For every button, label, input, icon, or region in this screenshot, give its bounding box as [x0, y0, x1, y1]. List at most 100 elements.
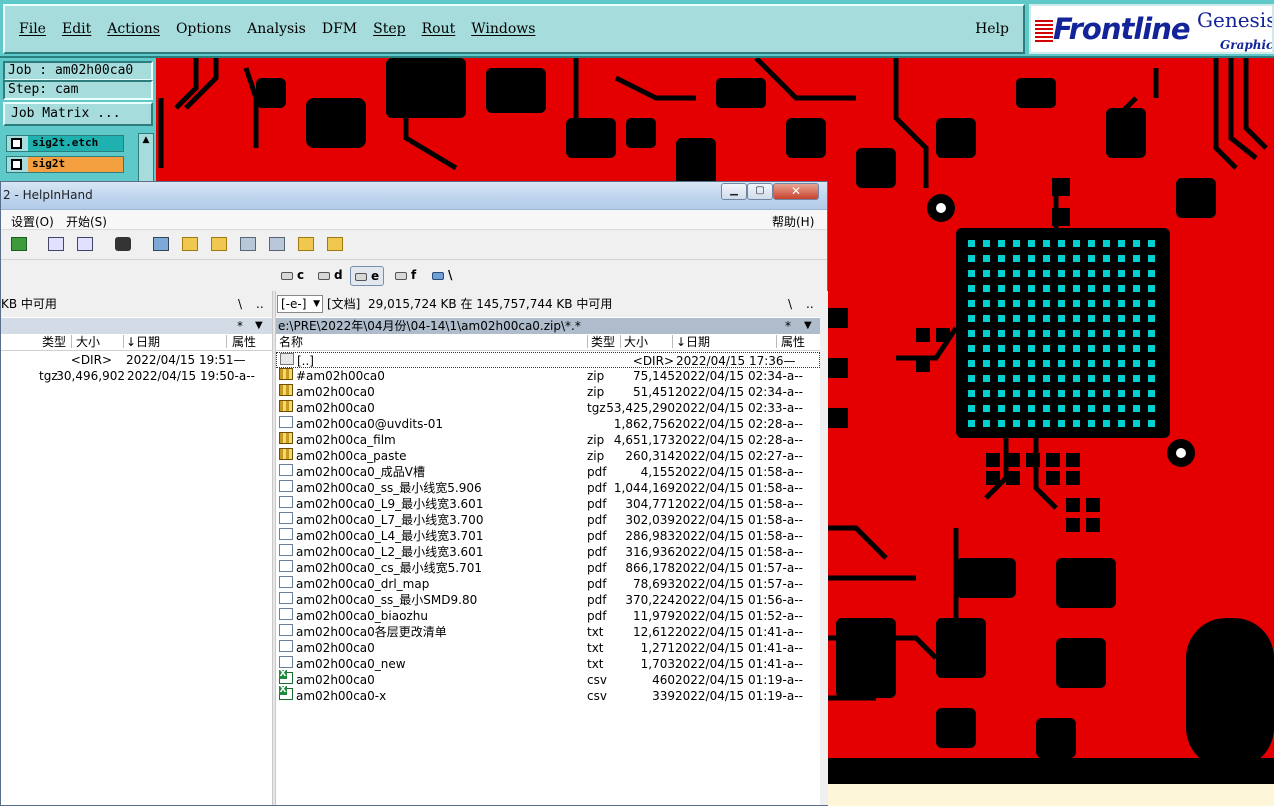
col-date[interactable]: ↓日期: [126, 335, 160, 350]
column-divider[interactable]: [620, 335, 621, 348]
menu-windows[interactable]: Windows: [471, 21, 535, 37]
maximize-icon[interactable]: ▢: [747, 183, 773, 200]
window-scrollbar[interactable]: [820, 291, 828, 805]
file-row[interactable]: #am02h00ca0 zip 75,145 2022/04/15 02:34-a--: [276, 368, 820, 384]
drive-select[interactable]: [-e-] ▼: [277, 295, 323, 313]
column-divider[interactable]: [71, 335, 72, 348]
drive-d-button[interactable]: d: [316, 266, 343, 286]
bga-pad: [1028, 285, 1035, 292]
column-divider[interactable]: [587, 335, 588, 348]
menu-file[interactable]: File: [19, 21, 46, 37]
drive-e-button[interactable]: e: [350, 266, 385, 286]
layer-row-sig2t-etch[interactable]: sig2t.etch: [6, 135, 124, 152]
layer-row-sig2t[interactable]: sig2t: [6, 156, 124, 173]
file-row[interactable]: am02h00ca0_L7_最小线宽3.700 pdf 302,039 2022/04…: [276, 512, 820, 528]
filter-dropdown-icon[interactable]: ▼: [255, 318, 263, 334]
network-root-button[interactable]: \: [430, 266, 452, 286]
left-path-bar[interactable]: * ▼: [1, 318, 272, 334]
left-root-button[interactable]: \: [238, 291, 242, 317]
menu-start[interactable]: 开始(S): [66, 213, 107, 230]
menu-actions[interactable]: Actions: [107, 21, 160, 37]
layer-checkbox[interactable]: [11, 159, 22, 170]
bga-pad: [1088, 360, 1095, 367]
right-path-bar[interactable]: e:\PRE\2022年\04月份\04-14\1\am02h00ca0.zip…: [276, 318, 820, 334]
file-row[interactable]: am02h00ca_film zip 4,651,173 2022/04/15 02:…: [276, 432, 820, 448]
step-field[interactable]: Step: cam: [3, 80, 153, 100]
menu-dfm[interactable]: DFM: [322, 21, 357, 37]
col-size[interactable]: 大小: [624, 335, 648, 350]
right-filter[interactable]: *: [785, 318, 791, 334]
col-attr[interactable]: 属性: [781, 335, 805, 350]
menu-step[interactable]: Step: [373, 21, 405, 37]
job-matrix-button[interactable]: Job Matrix ...: [3, 102, 153, 126]
column-divider[interactable]: [672, 335, 673, 348]
layer-checkbox[interactable]: [11, 138, 22, 149]
menu-analysis[interactable]: Analysis: [247, 21, 306, 37]
column-divider[interactable]: [226, 335, 227, 348]
file-name: am02h00ca_paste: [296, 449, 407, 463]
url-icon[interactable]: [77, 237, 93, 251]
file-row[interactable]: am02h00ca0 tgz 53,425,290 2022/04/15 02:33-…: [276, 400, 820, 416]
file-row[interactable]: am02h00ca0_L9_最小线宽3.601 pdf 304,771 2022/04…: [276, 496, 820, 512]
col-name[interactable]: 名称: [279, 335, 303, 350]
menu-help[interactable]: Help: [975, 21, 1009, 37]
file-row[interactable]: am02h00ca0_成品V槽 pdf 4,155 2022/04/15 01:58-…: [276, 464, 820, 480]
file-row[interactable]: am02h00ca0_L2_最小线宽3.601 pdf 316,936 2022/04…: [276, 544, 820, 560]
file-row[interactable]: am02h00ca0_cs_最小线宽5.701 pdf 866,178 2022/04…: [276, 560, 820, 576]
ftp-icon[interactable]: [48, 237, 64, 251]
column-divider[interactable]: [776, 335, 777, 348]
menu-settings[interactable]: 设置(O): [11, 213, 54, 230]
file-row[interactable]: am02h00ca0各层更改清单 txt 12,612 2022/04/15 01:4…: [276, 624, 820, 640]
col-type[interactable]: 类型: [42, 335, 66, 350]
file-row[interactable]: am02h00ca0_ss_最小SMD9.80 pdf 370,224 2022/04…: [276, 592, 820, 608]
file-name: am02h00ca0: [296, 673, 375, 687]
folder-icon[interactable]: [182, 237, 198, 251]
left-filter[interactable]: *: [237, 318, 243, 334]
bga-pad: [1043, 330, 1050, 337]
layer-scrollbar[interactable]: ▲: [138, 133, 154, 183]
file-row[interactable]: am02h00ca0_new txt 1,703 2022/04/15 01:41-a…: [276, 656, 820, 672]
list-item[interactable]: <DIR> 2022/04/15 19:51—: [1, 352, 272, 368]
menu-rout[interactable]: Rout: [422, 21, 456, 37]
col-date[interactable]: ↓日期: [676, 335, 710, 350]
file-row[interactable]: am02h00ca0_biaozhu pdf 11,979 2022/04/15 01…: [276, 608, 820, 624]
job-field[interactable]: Job : am02h00ca0: [3, 61, 153, 81]
left-up-button[interactable]: ..: [256, 291, 264, 317]
col-type[interactable]: 类型: [591, 335, 615, 350]
file-row[interactable]: am02h00ca0_ss_最小线宽5.906 pdf 1,044,169 2022/…: [276, 480, 820, 496]
file-row[interactable]: am02h00ca0 txt 1,271 2022/04/15 01:41-a--: [276, 640, 820, 656]
file-row[interactable]: am02h00ca0 csv 4602022/04/15 01:19-a--: [276, 670, 820, 688]
right-root-button[interactable]: \: [788, 291, 792, 317]
pack-icon[interactable]: [11, 237, 27, 251]
current-path[interactable]: e:\PRE\2022年\04月份\04-14\1\am02h00ca0.zip…: [278, 319, 581, 333]
window-titlebar[interactable]: 2 - HelpInHand ▁ ▢ ✕: [1, 182, 827, 210]
drive-f-button[interactable]: f: [393, 266, 416, 286]
menu-edit[interactable]: Edit: [62, 21, 91, 37]
document-icon[interactable]: [240, 237, 256, 251]
minimize-icon[interactable]: ▁: [721, 183, 747, 200]
folder-icon[interactable]: [327, 237, 343, 251]
column-divider[interactable]: [123, 335, 124, 348]
file-row[interactable]: am02h00ca_paste zip 260,314 2022/04/15 02:2…: [276, 448, 820, 464]
filter-dropdown-icon[interactable]: ▼: [804, 318, 812, 334]
file-row[interactable]: am02h00ca0_L4_最小线宽3.701 pdf 286,983 2022/04…: [276, 528, 820, 544]
binoculars-icon[interactable]: [115, 237, 131, 251]
document-icon[interactable]: [269, 237, 285, 251]
file-row[interactable]: am02h00ca0 zip 51,451 2022/04/15 02:34-a--: [276, 384, 820, 400]
right-up-button[interactable]: ..: [806, 291, 814, 317]
menu-help-cn[interactable]: 帮助(H): [772, 213, 814, 230]
menu-options[interactable]: Options: [176, 21, 231, 37]
file-row[interactable]: am02h00ca0_drl_map pdf 78,693 2022/04/15 01…: [276, 576, 820, 592]
close-icon[interactable]: ✕: [773, 183, 819, 200]
drive-c-button[interactable]: c: [279, 266, 304, 286]
file-row[interactable]: am02h00ca0@uvdits-01 1,862,756 2022/04/15 …: [276, 416, 820, 432]
file-row[interactable]: am02h00ca0-x csv 3392022/04/15 01:19-a--: [276, 686, 820, 704]
list-item[interactable]: tgz 30,496,902 2022/04/15 19:50-a--: [1, 368, 272, 384]
folder-icon[interactable]: [211, 237, 227, 251]
parent-dir-row[interactable]: [..] <DIR> 2022/04/15 17:36—: [276, 352, 820, 368]
folder-icon[interactable]: [298, 237, 314, 251]
col-size[interactable]: 大小: [76, 335, 100, 350]
col-attr[interactable]: 属性: [232, 335, 256, 350]
scroll-up-icon[interactable]: ▲: [139, 134, 153, 146]
device-icon[interactable]: [153, 237, 169, 251]
